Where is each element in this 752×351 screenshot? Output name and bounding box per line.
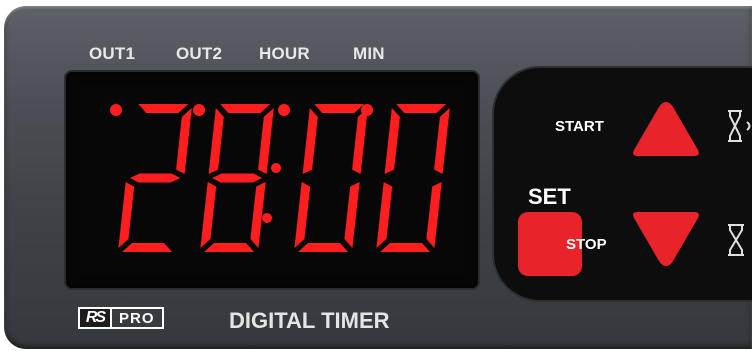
led-segment-d [380, 243, 430, 252]
rs-pro-logo: RS PRO [78, 305, 164, 331]
label-out1: OUT1 [89, 44, 136, 63]
indicator-hour [278, 104, 290, 116]
set-label: SET [528, 184, 571, 209]
led-segment-e [118, 182, 135, 248]
label-out2: OUT2 [176, 44, 223, 63]
led-segment-b [258, 108, 274, 174]
led-segment-e [294, 182, 311, 248]
led-segment-d [204, 243, 254, 252]
start-label: START [555, 118, 604, 135]
led-segment-c [426, 182, 442, 248]
led-segment-g [212, 173, 263, 183]
led-segment-a [396, 104, 447, 113]
led-display [66, 72, 478, 288]
led-segment-c [344, 182, 360, 248]
start-up-button[interactable] [630, 98, 702, 160]
led-segment-e [376, 182, 393, 248]
stop-label: STOP [566, 236, 607, 253]
led-segment-b [434, 108, 450, 174]
led-segment-d [122, 243, 172, 252]
logo-pro-mark: PRO [112, 307, 164, 329]
hourglass-run-icon [728, 110, 751, 142]
indicator-out1 [110, 104, 122, 116]
led-segment-b [352, 108, 368, 174]
led-segment-f [208, 108, 224, 174]
label-hour: HOUR [259, 44, 310, 63]
colon-dot-bottom [262, 213, 272, 223]
product-name: DIGITAL TIMER [229, 308, 390, 333]
stop-down-button[interactable] [630, 208, 702, 270]
colon-dot-top [271, 163, 281, 173]
led-segment-b [176, 108, 192, 174]
logo-rs-mark: RS [78, 307, 112, 329]
led-digits [110, 104, 450, 252]
led-segment-e [200, 182, 217, 248]
led-segment-a [314, 104, 365, 113]
led-segment-a [220, 104, 271, 113]
led-segment-a [138, 104, 189, 113]
indicator-out2 [193, 104, 205, 116]
hourglass-icon [728, 224, 744, 256]
label-min: MIN [353, 44, 385, 63]
led-segment-d [298, 243, 348, 252]
led-segment-f [302, 108, 318, 174]
led-segment-f [384, 108, 400, 174]
led-segment-g [130, 173, 181, 183]
